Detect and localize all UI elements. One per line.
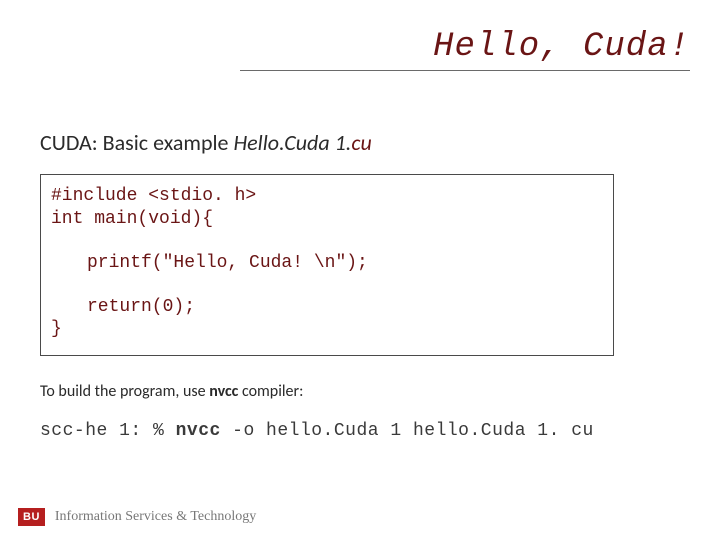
code-line-3: printf("Hello, Cuda! \n");: [51, 252, 603, 275]
code-blank-1: [51, 230, 603, 252]
subtitle-filename: Hello.Cuda 1.cu: [233, 129, 371, 156]
slide-subtitle: CUDA: Basic example Hello.Cuda 1.cu: [40, 129, 680, 156]
subtitle-lead: CUDA: Basic example: [40, 129, 233, 156]
subtitle-file-base: Hello.Cuda 1.: [233, 129, 351, 156]
title-block: Hello, Cuda!: [40, 28, 690, 71]
cmd-args: -o hello.Cuda 1 hello.Cuda 1. cu: [221, 421, 594, 441]
code-line-2: int main(void){: [51, 208, 603, 231]
cmd-prefix: scc-he 1: %: [40, 421, 176, 441]
note-pre: To build the program, use: [40, 382, 209, 401]
build-command: scc-he 1: % nvcc -o hello.Cuda 1 hello.C…: [40, 421, 680, 441]
code-line-5: }: [51, 318, 603, 341]
code-box: #include <stdio. h> int main(void){ prin…: [40, 174, 614, 356]
slide: Hello, Cuda! CUDA: Basic example Hello.C…: [0, 0, 720, 540]
footer-text: Information Services & Technology: [55, 509, 256, 525]
slide-title: Hello, Cuda!: [40, 28, 690, 68]
note-post: compiler:: [238, 382, 303, 401]
cmd-bin: nvcc: [176, 421, 221, 441]
code-line-4: return(0);: [51, 296, 603, 319]
footer: BU Information Services & Technology: [18, 508, 256, 526]
note-compiler: nvcc: [209, 382, 238, 401]
title-rule: [240, 70, 690, 71]
code-blank-2: [51, 274, 603, 296]
code-line-1: #include <stdio. h>: [51, 185, 603, 208]
subtitle-file-ext: cu: [351, 129, 371, 156]
build-note: To build the program, use nvcc compiler:: [40, 382, 680, 401]
bu-logo: BU: [18, 508, 45, 526]
